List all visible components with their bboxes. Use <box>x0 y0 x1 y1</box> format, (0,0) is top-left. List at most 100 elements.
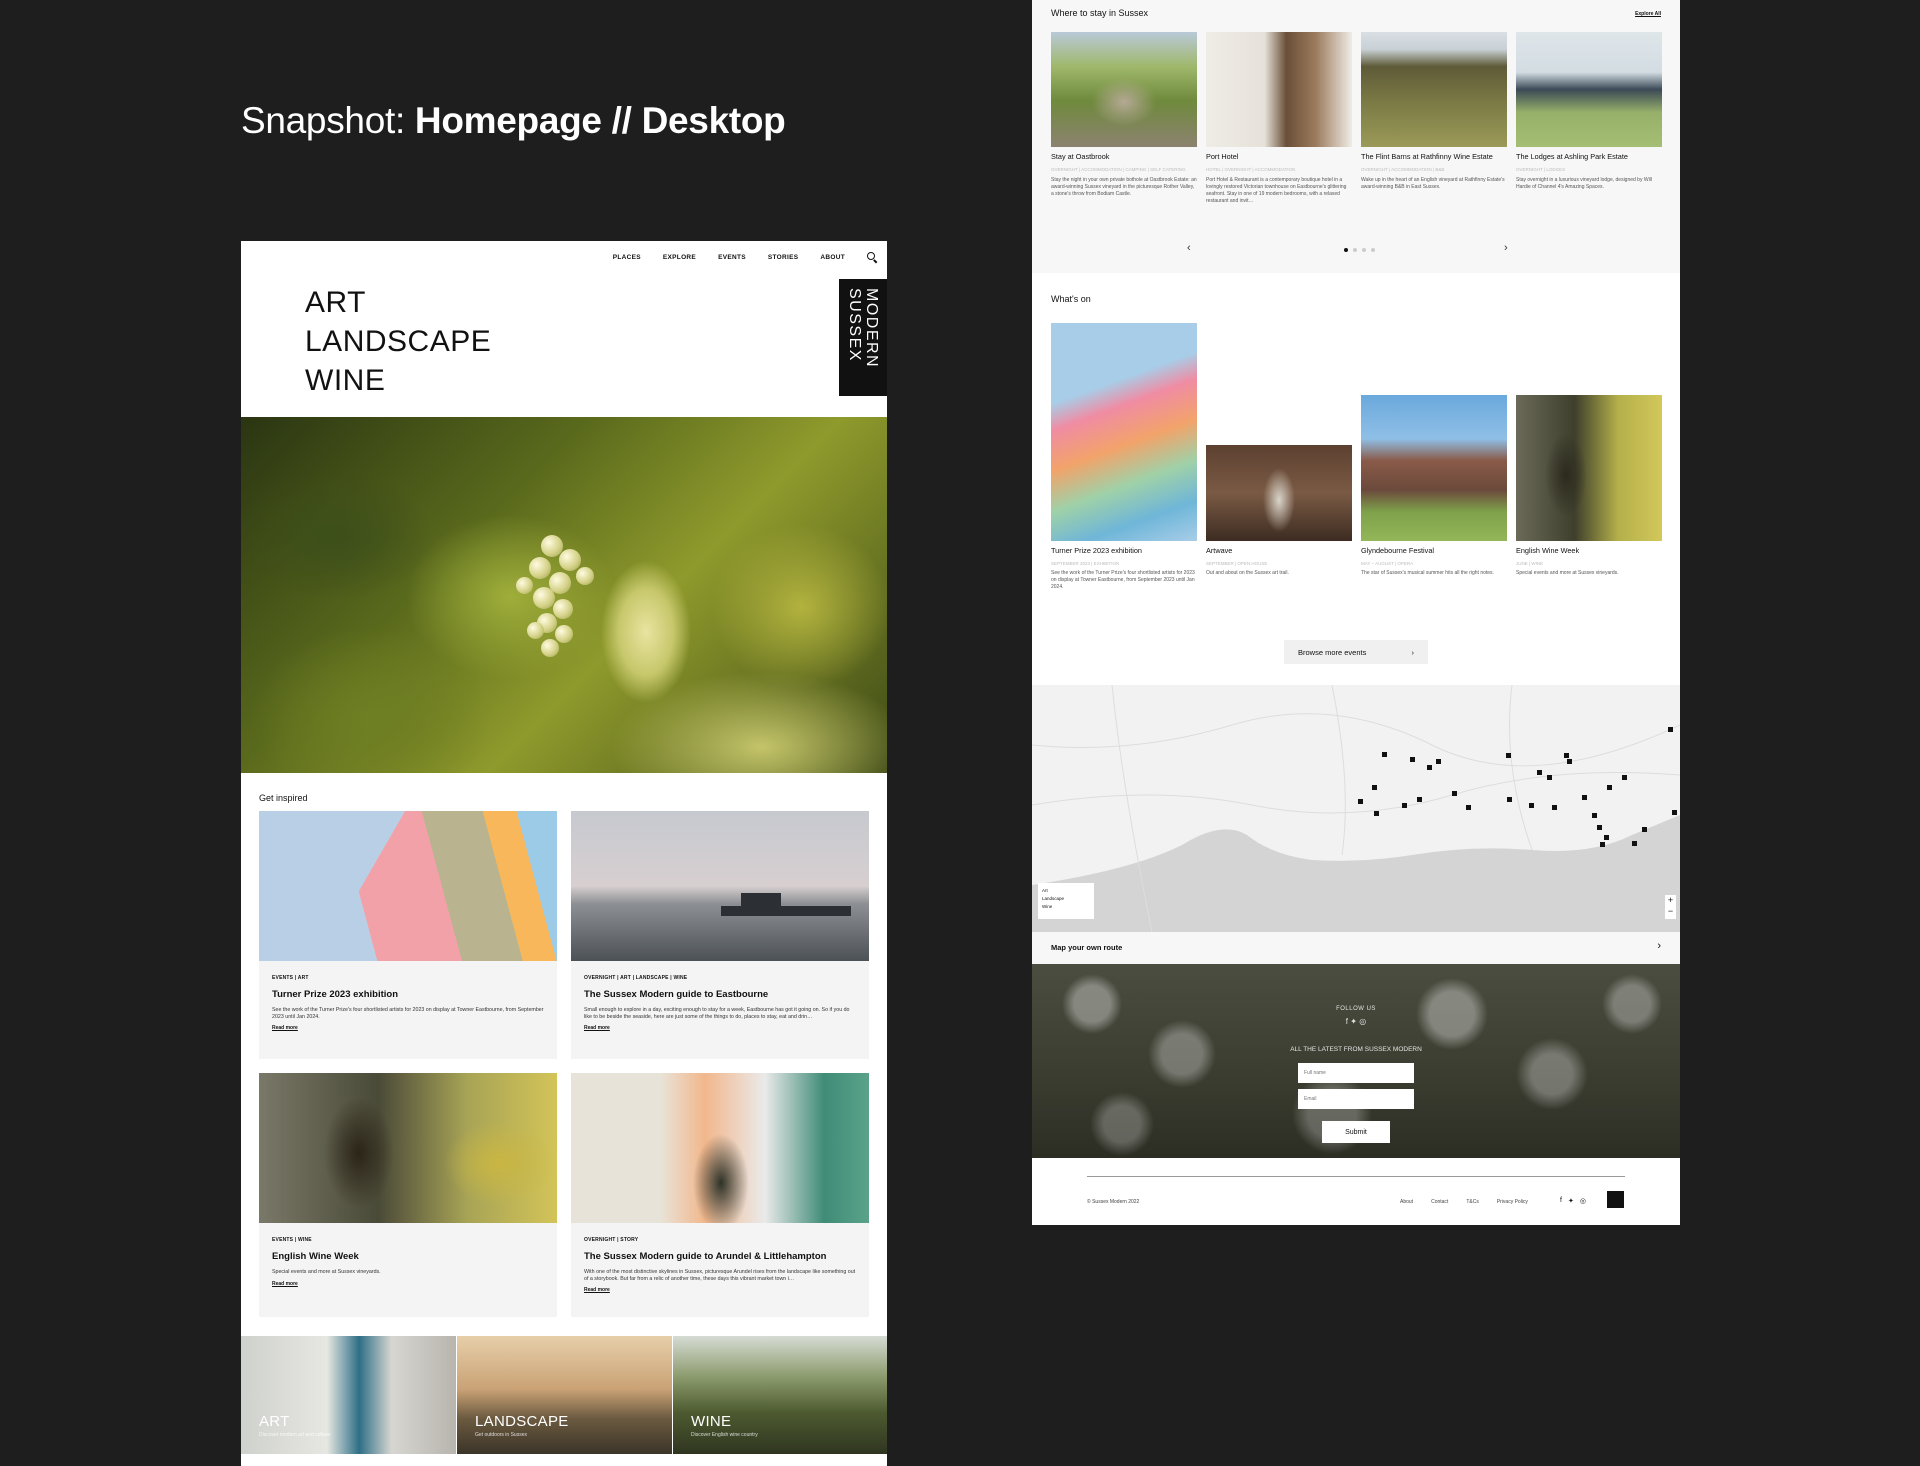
read-more-link[interactable]: Read more <box>584 1025 869 1031</box>
map-pin[interactable] <box>1506 753 1511 758</box>
read-more-link[interactable]: Read more <box>584 1287 869 1293</box>
map-pin[interactable] <box>1402 803 1407 808</box>
map-pin[interactable] <box>1529 803 1534 808</box>
footer-link-tcs[interactable]: T&Cs <box>1466 1199 1479 1205</box>
explore-all-link[interactable]: Explore All <box>1635 11 1661 17</box>
read-more-link[interactable]: Read more <box>272 1281 557 1287</box>
carousel-dot[interactable] <box>1371 248 1375 252</box>
map-pin[interactable] <box>1632 841 1637 846</box>
nav-explore[interactable]: EXPLORE <box>663 254 696 261</box>
map-pin[interactable] <box>1547 775 1552 780</box>
sussex-modern-logo[interactable]: MODERN SUSSEX <box>839 279 887 396</box>
inspired-card-turner[interactable]: EVENTS | ART Turner Prize 2023 exhibitio… <box>259 811 557 1059</box>
inspired-card-wine-week[interactable]: EVENTS | WINE English Wine Week Special … <box>259 1073 557 1317</box>
map-pin[interactable] <box>1642 827 1647 832</box>
carousel-dot[interactable] <box>1353 248 1357 252</box>
footer-link-contact[interactable]: Contact <box>1431 1199 1448 1205</box>
event-card-wine-week[interactable]: English Wine Week JUNE | WINE Special ev… <box>1516 395 1662 577</box>
card-title: English Wine Week <box>1516 546 1580 555</box>
map-pin[interactable] <box>1582 795 1587 800</box>
legend-art[interactable]: Art <box>1042 887 1090 895</box>
nav-places[interactable]: PLACES <box>613 254 641 261</box>
map-your-route-bar[interactable]: Map your own route › <box>1032 932 1680 964</box>
card-desc: See the work of the Turner Prize's four … <box>1051 570 1195 590</box>
map-pin[interactable] <box>1466 805 1471 810</box>
footer-link-privacy[interactable]: Privacy Policy <box>1497 1199 1528 1205</box>
map-pin[interactable] <box>1622 775 1627 780</box>
category-landscape[interactable]: LANDSCAPE Get outdoors in Sussex <box>457 1336 672 1454</box>
map-pin[interactable] <box>1427 765 1432 770</box>
category-art[interactable]: ART Discover modern art and culture <box>241 1336 456 1454</box>
card-desc: See the work of the Turner Prize's four … <box>272 1007 544 1020</box>
map-pin[interactable] <box>1592 813 1597 818</box>
legend-wine[interactable]: Wine <box>1042 903 1090 911</box>
footer-link-about[interactable]: About <box>1400 1199 1413 1205</box>
card-tags: OVERNIGHT | ART | LANDSCAPE | WINE <box>584 975 688 981</box>
carousel-next-icon[interactable]: › <box>1504 242 1508 254</box>
map-pin[interactable] <box>1564 753 1569 758</box>
card-meta: HOTEL | OVERNIGHT | ACCOMMODATION <box>1206 167 1296 172</box>
card-title: The Sussex Modern guide to Arundel & Lit… <box>584 1251 827 1262</box>
browse-more-events-button[interactable]: Browse more events › <box>1284 640 1428 664</box>
nav-events[interactable]: EVENTS <box>718 254 746 261</box>
map-pin[interactable] <box>1600 842 1605 847</box>
carousel-dot[interactable] <box>1362 248 1366 252</box>
map-pin[interactable] <box>1358 799 1363 804</box>
map-pin[interactable] <box>1436 759 1441 764</box>
legend-landscape[interactable]: Landscape <box>1042 895 1090 903</box>
stay-card-flint-barns[interactable]: The Flint Barns at Rathfinny Wine Estate… <box>1361 32 1507 191</box>
carousel-dots <box>1344 248 1375 252</box>
read-more-link[interactable]: Read more <box>272 1025 557 1031</box>
homepage-top-board: PLACES EXPLORE EVENTS STORIES ABOUT ART … <box>241 241 887 1466</box>
email-field[interactable] <box>1298 1089 1414 1109</box>
carousel-prev-icon[interactable]: ‹ <box>1187 242 1191 254</box>
nav-stories[interactable]: STORIES <box>768 254 799 261</box>
map-pin[interactable] <box>1552 805 1557 810</box>
card-desc: With one of the most distinctive skyline… <box>584 1269 856 1282</box>
map-pin[interactable] <box>1597 825 1602 830</box>
map-pin[interactable] <box>1417 797 1422 802</box>
carousel-dot[interactable] <box>1344 248 1348 252</box>
twitter-icon[interactable]: ✦ <box>1350 1017 1357 1026</box>
footer-logo[interactable] <box>1607 1191 1624 1208</box>
sussex-map[interactable]: Art Landscape Wine + − <box>1032 685 1680 932</box>
category-wine[interactable]: WINE Discover English wine country <box>673 1336 887 1454</box>
hero-grapes-image <box>241 417 887 773</box>
map-pin[interactable] <box>1374 811 1379 816</box>
map-pin[interactable] <box>1410 757 1415 762</box>
map-pin[interactable] <box>1372 785 1377 790</box>
category-sub: Discover modern art and culture <box>259 1432 331 1438</box>
instagram-icon[interactable]: ◎ <box>1359 1017 1366 1026</box>
event-card-artwave[interactable]: Artwave SEPTEMBER | OPEN HOUSE Out and a… <box>1206 445 1352 577</box>
inspired-card-arundel[interactable]: OVERNIGHT | STORY The Sussex Modern guid… <box>571 1073 869 1317</box>
map-pin[interactable] <box>1382 752 1387 757</box>
instagram-icon[interactable]: ◎ <box>1580 1197 1586 1205</box>
card-desc: Special events and more at Sussex vineya… <box>272 1269 381 1275</box>
search-icon[interactable] <box>867 252 877 262</box>
whats-on-heading: What's on <box>1051 294 1091 304</box>
zoom-out-icon[interactable]: − <box>1665 906 1676 917</box>
inspired-card-eastbourne[interactable]: OVERNIGHT | ART | LANDSCAPE | WINE The S… <box>571 811 869 1059</box>
map-pin[interactable] <box>1604 835 1609 840</box>
nav-about[interactable]: ABOUT <box>820 254 845 261</box>
card-image <box>1051 32 1197 147</box>
full-name-field[interactable] <box>1298 1063 1414 1083</box>
stay-card-port-hotel[interactable]: Port Hotel HOTEL | OVERNIGHT | ACCOMMODA… <box>1206 32 1352 205</box>
map-pin[interactable] <box>1452 791 1457 796</box>
facebook-icon[interactable]: f <box>1346 1017 1348 1026</box>
map-pin[interactable] <box>1537 770 1542 775</box>
map-pin[interactable] <box>1607 785 1612 790</box>
map-pin[interactable] <box>1672 810 1677 815</box>
facebook-icon[interactable]: f <box>1560 1197 1562 1205</box>
map-pin[interactable] <box>1668 727 1673 732</box>
card-title: Glyndebourne Festival <box>1361 546 1435 555</box>
event-card-glyndebourne[interactable]: Glyndebourne Festival MAY – AUGUST | OPE… <box>1361 395 1507 577</box>
map-pin[interactable] <box>1507 797 1512 802</box>
stay-card-ashling-park[interactable]: The Lodges at Ashling Park Estate OVERNI… <box>1516 32 1662 191</box>
stay-card-oastbrook[interactable]: Stay at Oastbrook OVERNIGHT | ACCOMMODAT… <box>1051 32 1197 198</box>
twitter-icon[interactable]: ✦ <box>1568 1197 1574 1205</box>
zoom-in-icon[interactable]: + <box>1665 895 1676 906</box>
event-card-turner[interactable]: Turner Prize 2023 exhibition SEPTEMBER 2… <box>1051 323 1197 591</box>
submit-button[interactable]: Submit <box>1322 1121 1390 1143</box>
map-pin[interactable] <box>1567 759 1572 764</box>
